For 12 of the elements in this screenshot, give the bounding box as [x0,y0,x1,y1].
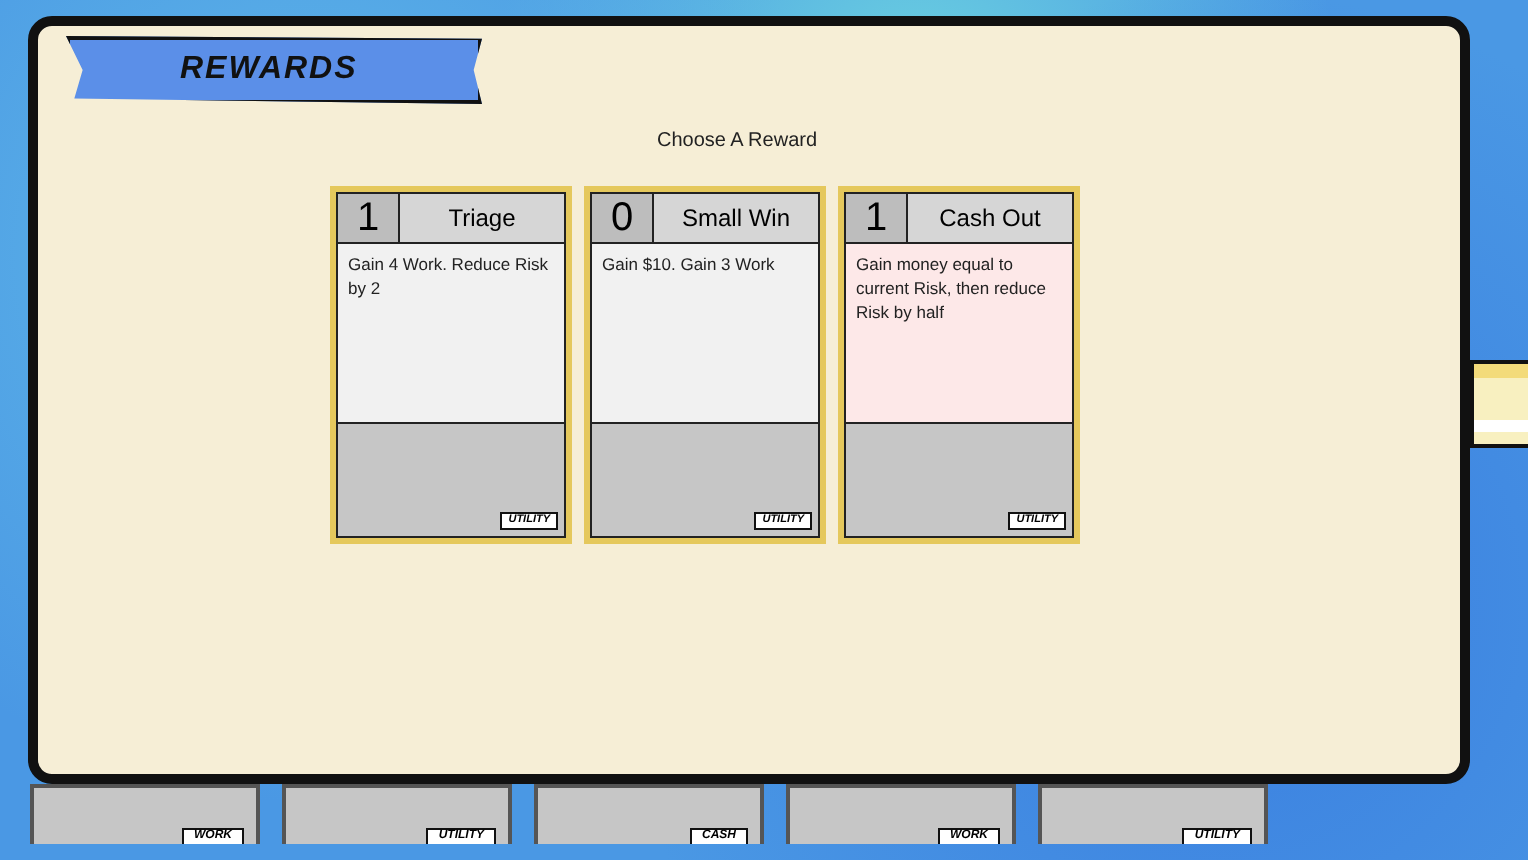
cost-label: 0 [592,194,654,242]
card-description: Gain $10. Gain 3 Work [592,244,818,424]
card-description: Gain money equal to current Risk, then reduce Risk by half [846,244,1072,424]
cost-label: 1 [338,194,400,242]
card-name: Triage [400,194,564,242]
card-name: Cash Out [908,194,1072,242]
card-name: Small Win [654,194,818,242]
side-tab[interactable] [1470,360,1528,448]
card-description: Gain 4 Work. Reduce Risk by 2 [338,244,564,424]
panel-title: REWARDS [180,52,358,88]
prompt-text: Choose A Reward [656,130,818,152]
cost-label: 1 [846,194,908,242]
